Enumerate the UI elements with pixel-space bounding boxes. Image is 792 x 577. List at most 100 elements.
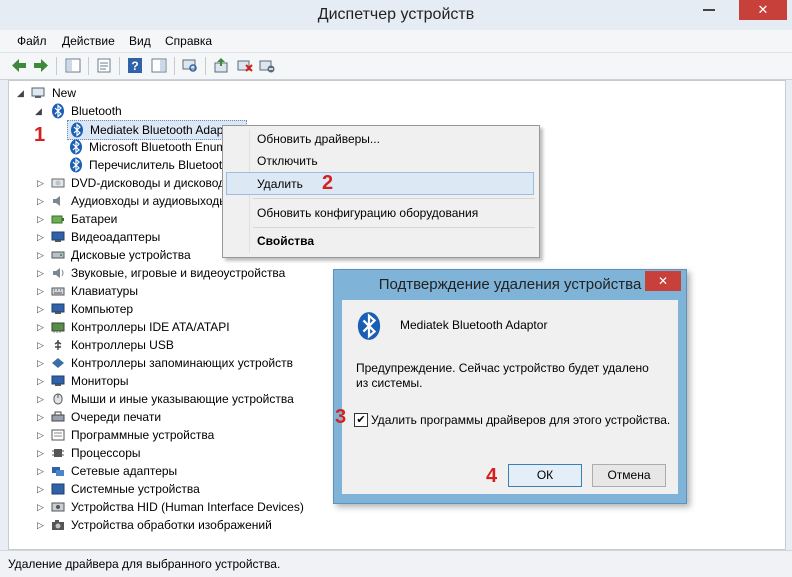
tree-item-label: Контроллеры USB bbox=[71, 338, 174, 352]
software-device-icon bbox=[51, 429, 65, 441]
tree-item-mediatek[interactable]: Mediatek Bluetooth Adapt bbox=[67, 120, 247, 140]
tree-item-label: Очереди печати bbox=[71, 410, 162, 424]
step-marker: 4 bbox=[486, 465, 498, 487]
tree-item-label: Контроллеры IDE ATA/ATAPI bbox=[71, 320, 230, 334]
help-icon[interactable]: ? bbox=[126, 57, 144, 74]
scan-hardware-icon[interactable] bbox=[181, 57, 199, 74]
dialog-close-button[interactable]: ✕ bbox=[645, 271, 681, 291]
collapsed-arrow-icon[interactable]: ▷ bbox=[37, 462, 44, 480]
collapsed-arrow-icon[interactable]: ▷ bbox=[37, 264, 44, 282]
storage-controller-icon bbox=[52, 358, 64, 368]
tree-item-label: Сетевые адаптеры bbox=[71, 464, 178, 478]
close-icon: ✕ bbox=[757, 2, 769, 17]
menu-item-disable[interactable]: Отключить bbox=[257, 154, 318, 168]
bluetooth-icon bbox=[52, 103, 64, 119]
camera-icon bbox=[52, 520, 64, 530]
cancel-button[interactable]: Отмена bbox=[592, 464, 666, 487]
status-text: Удаление драйвера для выбранного устройс… bbox=[8, 557, 281, 571]
title-bar: Диспетчер устройств ✕ bbox=[0, 0, 792, 30]
tree-item-label: DVD-дисководы и дисковод bbox=[71, 176, 226, 190]
toolbar-separator bbox=[174, 57, 175, 75]
expanded-arrow-icon[interactable]: ◢ bbox=[17, 84, 24, 102]
tree-item-label: Перечислитель Bluetoot bbox=[89, 158, 223, 172]
step-marker: 3 bbox=[335, 406, 347, 428]
update-driver-icon[interactable] bbox=[212, 57, 230, 74]
menu-item-properties[interactable]: Свойства bbox=[257, 234, 314, 248]
monitor-icon bbox=[51, 375, 65, 386]
menu-bar: Файл Действие Вид Справка bbox=[0, 30, 792, 53]
tree-item-label: Мыши и иные указывающие устройства bbox=[71, 392, 294, 406]
tree-root-label: New bbox=[52, 86, 77, 100]
collapsed-arrow-icon[interactable]: ▷ bbox=[37, 354, 44, 372]
tree-item-label: Программные устройства bbox=[71, 428, 215, 442]
collapsed-arrow-icon[interactable]: ▷ bbox=[37, 192, 44, 210]
tree-item-label: Видеоадаптеры bbox=[71, 230, 161, 244]
back-arrow-icon[interactable] bbox=[10, 57, 28, 74]
system-device-icon bbox=[51, 483, 65, 495]
menu-separator bbox=[253, 198, 535, 199]
menu-item-uninstall[interactable]: Удалить bbox=[257, 177, 303, 191]
collapsed-arrow-icon[interactable]: ▷ bbox=[37, 228, 44, 246]
collapsed-arrow-icon[interactable]: ▷ bbox=[37, 282, 44, 300]
keyboard-icon bbox=[51, 287, 65, 296]
bluetooth-icon bbox=[357, 312, 381, 340]
minimize-icon[interactable] bbox=[703, 9, 715, 11]
properties-icon[interactable] bbox=[95, 57, 113, 74]
collapsed-arrow-icon[interactable]: ▷ bbox=[37, 480, 44, 498]
collapsed-arrow-icon[interactable]: ▷ bbox=[37, 318, 44, 336]
delete-driver-checkbox-label[interactable]: Удалить программы драйверов для этого ус… bbox=[371, 413, 670, 427]
tree-item-label: Дисковые устройства bbox=[71, 248, 191, 262]
hid-icon bbox=[51, 502, 65, 512]
step-marker: 1 bbox=[34, 124, 46, 146]
toolbar-separator bbox=[88, 57, 89, 75]
menu-item-update-driver[interactable]: Обновить драйверы... bbox=[257, 132, 380, 146]
tree-item-label: Аудиовходы и аудиовыходы bbox=[71, 194, 228, 208]
menu-help[interactable]: Справка bbox=[165, 34, 212, 48]
action-pane-icon[interactable] bbox=[150, 57, 168, 74]
uninstall-device-icon[interactable] bbox=[236, 57, 254, 74]
collapsed-arrow-icon[interactable]: ▷ bbox=[37, 426, 44, 444]
tree-item-label: Устройства HID (Human Interface Devices) bbox=[71, 500, 304, 514]
status-bar: Удаление драйвера для выбранного устройс… bbox=[0, 550, 792, 577]
network-adapter-icon bbox=[52, 467, 64, 476]
bluetooth-icon bbox=[70, 157, 82, 173]
collapsed-arrow-icon[interactable]: ▷ bbox=[37, 210, 44, 228]
mouse-icon bbox=[53, 393, 63, 405]
toolbar-separator bbox=[205, 57, 206, 75]
collapsed-arrow-icon[interactable]: ▷ bbox=[37, 372, 44, 390]
battery-icon bbox=[51, 215, 64, 224]
tree-item-label: Звуковые, игровые и видеоустройства bbox=[71, 266, 286, 280]
disable-device-icon[interactable] bbox=[258, 57, 276, 74]
printer-icon bbox=[51, 411, 65, 422]
collapsed-arrow-icon[interactable]: ▷ bbox=[37, 498, 44, 516]
collapsed-arrow-icon[interactable]: ▷ bbox=[37, 444, 44, 462]
uninstall-dialog: Подтверждение удаления устройства ✕ Medi… bbox=[333, 269, 687, 504]
collapsed-arrow-icon[interactable]: ▷ bbox=[37, 336, 44, 354]
computer-icon bbox=[31, 87, 45, 98]
tree-item-label: Microsoft Bluetooth Enum bbox=[89, 140, 227, 154]
collapsed-arrow-icon[interactable]: ▷ bbox=[37, 516, 44, 534]
toolbar-separator bbox=[56, 57, 57, 75]
close-button[interactable]: ✕ bbox=[739, 0, 787, 20]
collapsed-arrow-icon[interactable]: ▷ bbox=[37, 390, 44, 408]
menu-view[interactable]: Вид bbox=[129, 34, 151, 48]
processor-icon bbox=[52, 449, 64, 457]
collapsed-arrow-icon[interactable]: ▷ bbox=[37, 246, 44, 264]
svg-text:?: ? bbox=[131, 59, 138, 73]
ok-button[interactable]: ОК bbox=[508, 464, 582, 487]
usb-icon bbox=[54, 340, 62, 350]
menu-action[interactable]: Действие bbox=[62, 34, 115, 48]
bluetooth-icon bbox=[70, 139, 82, 155]
collapsed-arrow-icon[interactable]: ▷ bbox=[37, 300, 44, 318]
collapsed-arrow-icon[interactable]: ▷ bbox=[37, 408, 44, 426]
console-tree-icon[interactable] bbox=[64, 57, 82, 74]
menu-file[interactable]: Файл bbox=[17, 34, 47, 48]
forward-arrow-icon[interactable] bbox=[32, 57, 50, 74]
collapsed-arrow-icon[interactable]: ▷ bbox=[37, 174, 44, 192]
ide-controller-icon bbox=[51, 322, 65, 333]
expanded-arrow-icon[interactable]: ◢ bbox=[35, 102, 42, 120]
tree-item-label: Mediatek Bluetooth Adapt bbox=[90, 123, 227, 137]
delete-driver-checkbox[interactable]: ✔ bbox=[354, 413, 368, 427]
menu-item-scan-hardware[interactable]: Обновить конфигурацию оборудования bbox=[257, 206, 478, 220]
dialog-body: Mediatek Bluetooth Adaptor Предупреждени… bbox=[342, 300, 678, 494]
